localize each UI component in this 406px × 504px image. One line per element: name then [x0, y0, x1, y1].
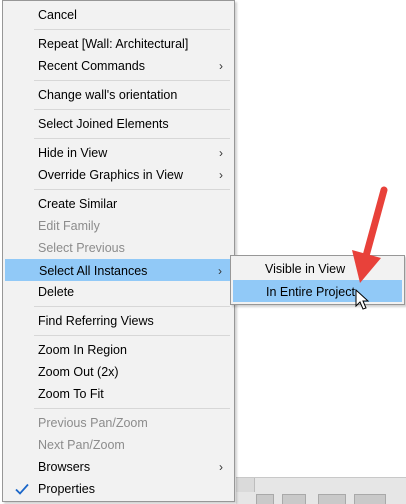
- chevron-right-icon: ›: [219, 460, 223, 474]
- menu-item-label: Hide in View: [38, 146, 108, 160]
- checkmark-icon: [11, 478, 33, 500]
- menu-item-select-joined[interactable]: Select Joined Elements: [5, 113, 232, 135]
- menu-item-zoom-to-fit[interactable]: Zoom To Fit: [5, 383, 232, 405]
- menu-item-label: Change wall's orientation: [38, 88, 178, 102]
- menu-item-label: Next Pan/Zoom: [38, 438, 125, 452]
- menu-item-label: In Entire Project: [266, 285, 355, 299]
- menu-item-label: Repeat [Wall: Architectural]: [38, 37, 189, 51]
- status-icon[interactable]: [282, 494, 306, 504]
- chevron-right-icon: ›: [218, 264, 222, 278]
- menu-item-repeat[interactable]: Repeat [Wall: Architectural]: [5, 33, 232, 55]
- menu-separator: [34, 138, 230, 139]
- menu-item-properties[interactable]: Properties: [5, 478, 232, 500]
- menu-separator: [34, 306, 230, 307]
- menu-separator: [34, 80, 230, 81]
- chevron-right-icon: ›: [219, 168, 223, 182]
- menu-item-zoom-in-region[interactable]: Zoom In Region: [5, 339, 232, 361]
- menu-item-cancel[interactable]: Cancel: [5, 4, 232, 26]
- menu-item-select-all-instances[interactable]: Select All Instances ›: [5, 259, 232, 281]
- status-icon[interactable]: [318, 494, 346, 504]
- menu-item-label: Browsers: [38, 460, 91, 474]
- chevron-right-icon: ›: [219, 59, 223, 73]
- menu-item-label: Cancel: [38, 8, 77, 22]
- menu-separator: [34, 335, 230, 336]
- menu-item-change-orientation[interactable]: Change wall's orientation: [5, 84, 232, 106]
- menu-item-label: Recent Commands: [38, 59, 145, 73]
- menu-item-label: Delete: [38, 285, 75, 299]
- menu-item-browsers[interactable]: Browsers ›: [5, 456, 232, 478]
- menu-item-recent-commands[interactable]: Recent Commands ›: [5, 55, 232, 77]
- menu-item-override-graphics[interactable]: Override Graphics in View ›: [5, 164, 232, 186]
- select-all-instances-submenu: Visible in View In Entire Project: [230, 255, 405, 305]
- menu-separator: [34, 189, 230, 190]
- menu-item-edit-family: Edit Family: [5, 215, 232, 237]
- menu-item-label: Previous Pan/Zoom: [38, 416, 148, 430]
- submenu-item-visible-in-view[interactable]: Visible in View: [233, 258, 402, 280]
- menu-item-label: Select Previous: [38, 241, 125, 255]
- chevron-right-icon: ›: [219, 146, 223, 160]
- menu-item-label: Zoom To Fit: [38, 387, 104, 401]
- revit-canvas: Cancel Repeat [Wall: Architectural] Rece…: [0, 0, 406, 504]
- menu-item-label: Edit Family: [38, 219, 100, 233]
- menu-item-label: Visible in View: [265, 262, 346, 276]
- menu-item-find-referring-views[interactable]: Find Referring Views: [5, 310, 232, 332]
- menu-separator: [34, 29, 230, 30]
- submenu-item-in-entire-project[interactable]: In Entire Project: [233, 280, 402, 302]
- status-icon[interactable]: [354, 494, 386, 504]
- menu-item-label: Properties: [38, 482, 95, 496]
- menu-item-label: Find Referring Views: [38, 314, 154, 328]
- status-icon[interactable]: [256, 494, 274, 504]
- menu-item-label: Zoom Out (2x): [38, 365, 119, 379]
- context-menu: Cancel Repeat [Wall: Architectural] Rece…: [2, 0, 235, 502]
- menu-item-label: Zoom In Region: [38, 343, 127, 357]
- menu-item-select-previous: Select Previous: [5, 237, 232, 259]
- menu-item-hide-in-view[interactable]: Hide in View ›: [5, 142, 232, 164]
- menu-item-previous-pan-zoom: Previous Pan/Zoom: [5, 412, 232, 434]
- menu-separator: [34, 109, 230, 110]
- menu-item-create-similar[interactable]: Create Similar: [5, 193, 232, 215]
- menu-item-label: Create Similar: [38, 197, 118, 211]
- menu-item-label: Select All Instances: [39, 264, 148, 278]
- menu-item-next-pan-zoom: Next Pan/Zoom: [5, 434, 232, 456]
- menu-item-label: Select Joined Elements: [38, 117, 169, 131]
- menu-item-zoom-out[interactable]: Zoom Out (2x): [5, 361, 232, 383]
- scrollbar-button[interactable]: [236, 478, 255, 492]
- menu-separator: [34, 408, 230, 409]
- menu-item-label: Override Graphics in View: [38, 168, 183, 182]
- menu-item-delete[interactable]: Delete: [5, 281, 232, 303]
